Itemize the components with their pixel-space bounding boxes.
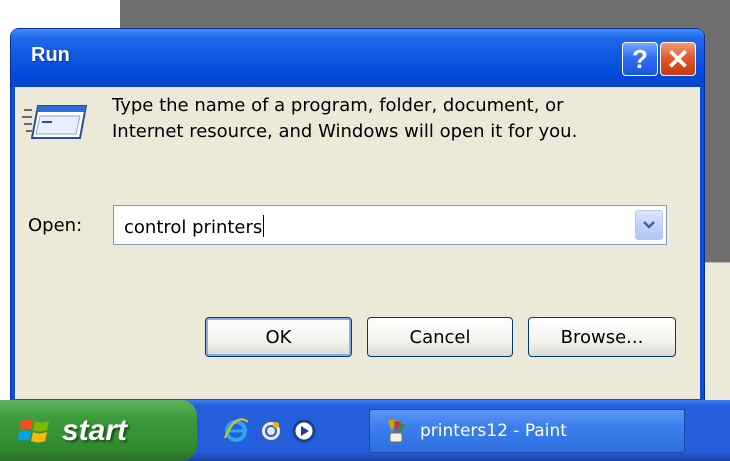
paint-icon bbox=[388, 420, 405, 443]
start-label: start bbox=[62, 413, 128, 447]
instruction-line-1: Type the name of a program, folder, docu… bbox=[112, 95, 564, 116]
open-input[interactable]: control printers bbox=[124, 215, 265, 238]
close-icon: ✕ bbox=[666, 43, 690, 75]
open-input-value: control printers bbox=[124, 217, 263, 238]
title-bar[interactable]: Run ? ✕ bbox=[11, 29, 704, 87]
open-combobox[interactable]: control printers bbox=[113, 205, 667, 245]
open-label: Open: bbox=[28, 215, 83, 236]
media-player-icon[interactable] bbox=[291, 418, 317, 444]
instruction-text: Type the name of a program, folder, docu… bbox=[112, 93, 577, 145]
start-button[interactable]: start bbox=[0, 400, 197, 461]
taskbar: start printers12 - Paint bbox=[0, 400, 730, 461]
help-button[interactable]: ? bbox=[622, 42, 658, 76]
cancel-button-label: Cancel bbox=[409, 326, 471, 348]
cancel-button[interactable]: Cancel bbox=[367, 317, 513, 357]
help-icon: ? bbox=[632, 43, 648, 74]
close-button[interactable]: ✕ bbox=[660, 42, 696, 76]
browse-button[interactable]: Browse... bbox=[528, 317, 676, 357]
taskbar-button-label: printers12 - Paint bbox=[420, 421, 567, 441]
browse-button-label: Browse... bbox=[560, 326, 644, 348]
windows-logo-icon bbox=[18, 419, 49, 442]
dialog-title: Run bbox=[31, 44, 70, 66]
dropdown-button[interactable] bbox=[635, 210, 663, 240]
outlook-express-icon[interactable] bbox=[258, 418, 284, 444]
ok-button[interactable]: OK bbox=[205, 317, 352, 357]
chevron-down-icon bbox=[643, 221, 655, 229]
internet-explorer-icon[interactable] bbox=[223, 418, 249, 444]
taskbar-button-paint[interactable]: printers12 - Paint bbox=[369, 409, 685, 453]
instruction-line-2: Internet resource, and Windows will open… bbox=[112, 121, 578, 142]
text-caret bbox=[263, 215, 265, 237]
run-icon bbox=[22, 102, 90, 146]
ok-button-label: OK bbox=[265, 326, 292, 348]
